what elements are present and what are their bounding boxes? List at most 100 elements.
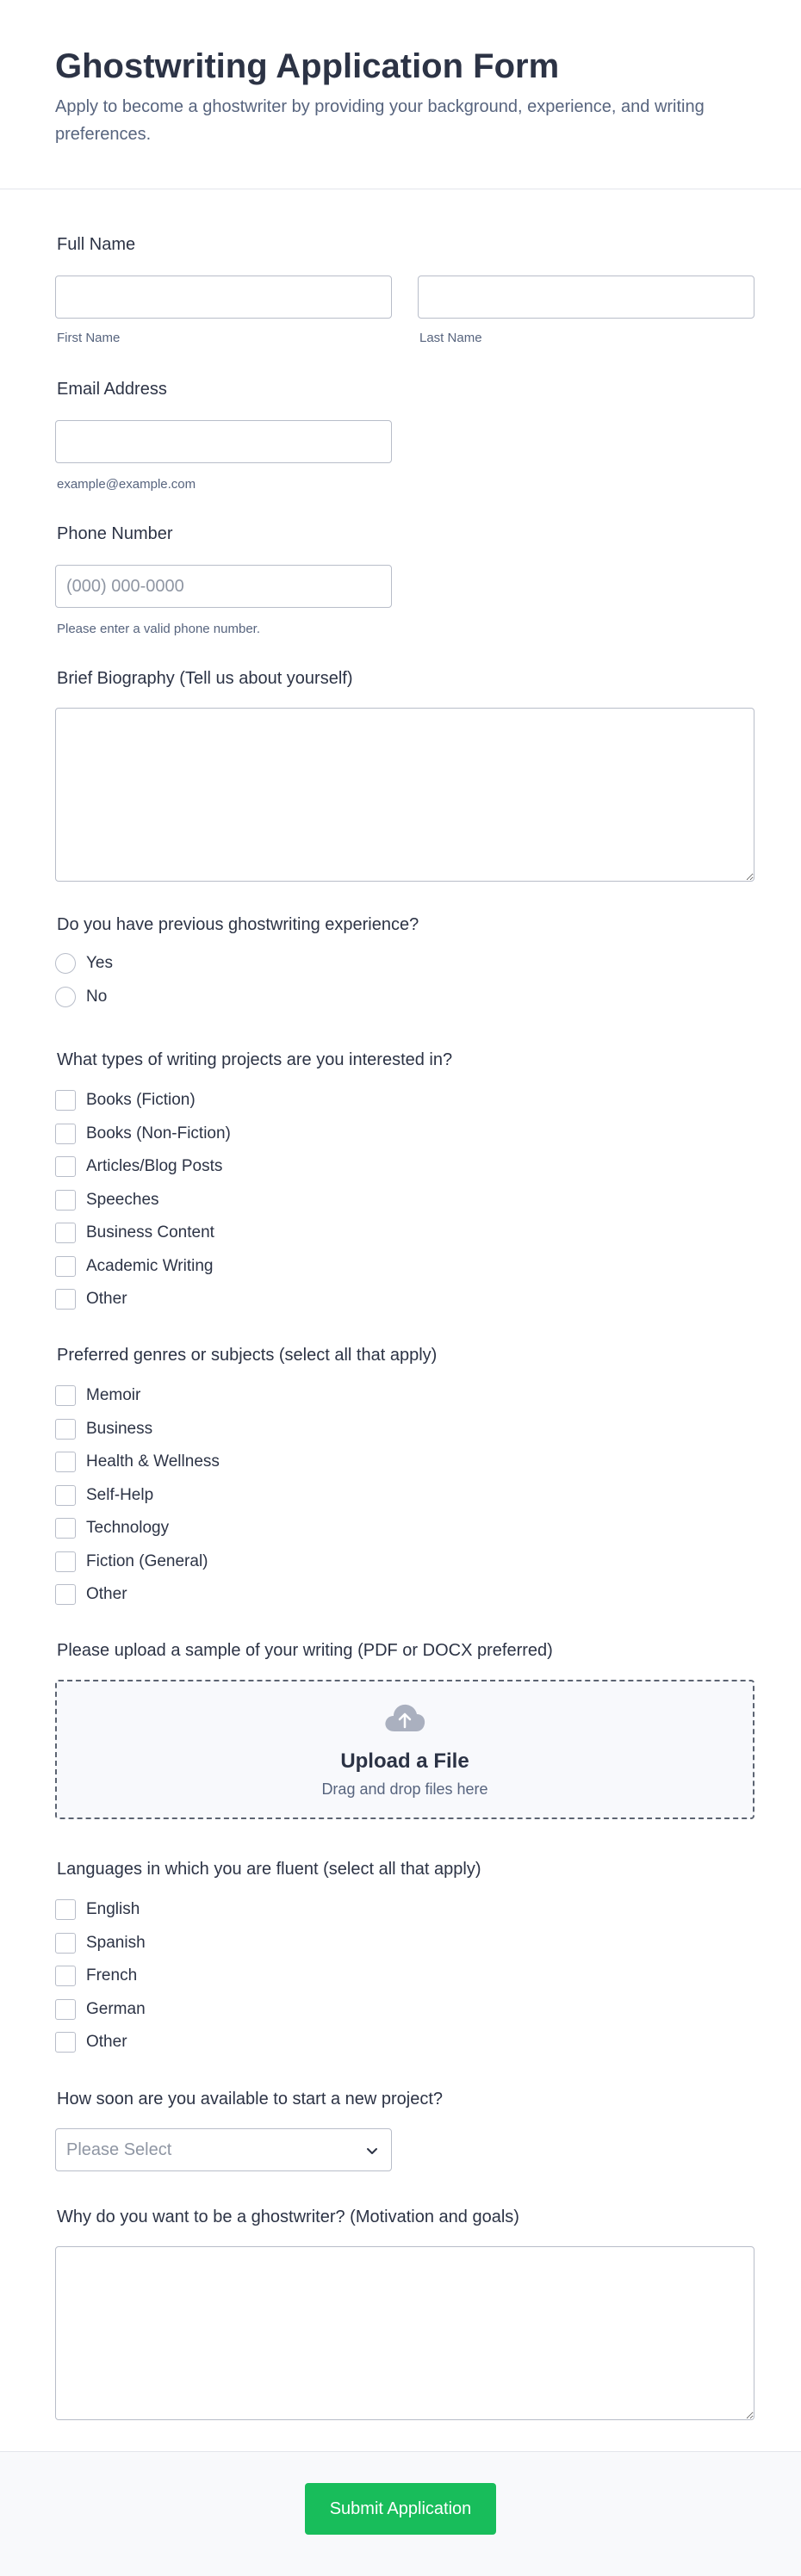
checkbox[interactable] bbox=[55, 1123, 76, 1144]
option-label: Academic Writing bbox=[86, 1256, 214, 1275]
email-field: Email Address example@example.com bbox=[55, 377, 754, 492]
project-types-field: What types of writing projects are you i… bbox=[55, 1048, 754, 1316]
option-label: Technology bbox=[86, 1519, 170, 1538]
genre-option[interactable]: Business bbox=[55, 1413, 754, 1446]
availability-select[interactable]: Please Select bbox=[55, 2128, 392, 2171]
checkbox[interactable] bbox=[55, 1385, 76, 1407]
checkbox[interactable] bbox=[55, 1484, 76, 1506]
last-name-input[interactable] bbox=[418, 276, 754, 319]
upload-title: Upload a File bbox=[340, 1749, 469, 1773]
cloud-upload-icon bbox=[382, 1702, 427, 1737]
availability-field: How soon are you available to start a ne… bbox=[55, 2087, 754, 2171]
language-option[interactable]: English bbox=[55, 1893, 754, 1927]
option-label: Fiction (General) bbox=[86, 1551, 208, 1570]
option-label: German bbox=[86, 1999, 146, 2018]
project-types-label: What types of writing projects are you i… bbox=[57, 1050, 453, 1069]
project-type-option[interactable]: Other bbox=[55, 1283, 754, 1316]
form-header: Ghostwriting Application Form Apply to b… bbox=[0, 0, 801, 189]
first-name-input[interactable] bbox=[55, 276, 392, 319]
checkbox[interactable] bbox=[55, 1452, 76, 1473]
checkbox[interactable] bbox=[55, 1932, 76, 1954]
project-type-option[interactable]: Books (Fiction) bbox=[55, 1084, 754, 1118]
phone-sublabel: Please enter a valid phone number. bbox=[57, 622, 260, 636]
select-value: Please Select bbox=[66, 2139, 172, 2159]
language-option[interactable]: Other bbox=[55, 2026, 754, 2059]
submit-button[interactable]: Submit Application bbox=[305, 2483, 496, 2535]
motivation-textarea[interactable] bbox=[55, 2246, 754, 2420]
genre-option[interactable]: Technology bbox=[55, 1512, 754, 1545]
option-label: Spanish bbox=[86, 1933, 146, 1952]
genre-option[interactable]: Self-Help bbox=[55, 1479, 754, 1513]
genres-label: Preferred genres or subjects (select all… bbox=[57, 1346, 438, 1365]
email-sublabel: example@example.com bbox=[57, 477, 196, 492]
last-name-sublabel: Last Name bbox=[419, 331, 482, 345]
experience-field: Do you have previous ghostwriting experi… bbox=[55, 913, 754, 1013]
checkbox[interactable] bbox=[55, 1966, 76, 1987]
option-label: No bbox=[86, 987, 108, 1006]
experience-option-yes[interactable]: Yes bbox=[55, 947, 754, 981]
radio-button[interactable] bbox=[55, 953, 76, 975]
form-footer: Submit Application bbox=[0, 2451, 801, 2576]
biography-field: Brief Biography (Tell us about yourself) bbox=[55, 666, 754, 882]
radio-button[interactable] bbox=[55, 986, 76, 1007]
checkbox[interactable] bbox=[55, 1090, 76, 1112]
genre-option[interactable]: Fiction (General) bbox=[55, 1545, 754, 1579]
availability-label: How soon are you available to start a ne… bbox=[57, 2090, 444, 2108]
checkbox[interactable] bbox=[55, 1223, 76, 1244]
form-subtitle: Apply to become a ghostwriter by providi… bbox=[55, 97, 705, 144]
upload-label: Please upload a sample of your writing (… bbox=[57, 1641, 553, 1660]
checkbox[interactable] bbox=[55, 1255, 76, 1277]
option-label: Other bbox=[86, 1290, 127, 1309]
checkbox[interactable] bbox=[55, 1899, 76, 1921]
motivation-label: Why do you want to be a ghostwriter? (Mo… bbox=[57, 2208, 519, 2226]
biography-label: Brief Biography (Tell us about yourself) bbox=[57, 669, 353, 688]
checkbox[interactable] bbox=[55, 1518, 76, 1539]
language-option[interactable]: German bbox=[55, 1993, 754, 2027]
first-name-sublabel: First Name bbox=[57, 331, 121, 345]
project-type-option[interactable]: Books (Non-Fiction) bbox=[55, 1118, 754, 1151]
checkbox[interactable] bbox=[55, 1551, 76, 1572]
option-label: Books (Fiction) bbox=[86, 1091, 196, 1110]
language-option[interactable]: French bbox=[55, 1960, 754, 1993]
upload-subtitle: Drag and drop files here bbox=[321, 1780, 488, 1798]
checkbox[interactable] bbox=[55, 1418, 76, 1440]
option-label: French bbox=[86, 1966, 138, 1985]
motivation-field: Why do you want to be a ghostwriter? (Mo… bbox=[55, 2205, 754, 2420]
checkbox[interactable] bbox=[55, 2032, 76, 2053]
phone-label: Phone Number bbox=[57, 524, 173, 543]
languages-label: Languages in which you are fluent (selec… bbox=[57, 1860, 481, 1879]
full-name-label: Full Name bbox=[57, 235, 136, 254]
checkbox[interactable] bbox=[55, 1998, 76, 2020]
project-type-option[interactable]: Academic Writing bbox=[55, 1250, 754, 1284]
option-label: Other bbox=[86, 2033, 127, 2052]
genre-option[interactable]: Other bbox=[55, 1578, 754, 1612]
option-label: Self-Help bbox=[86, 1485, 154, 1504]
email-input[interactable] bbox=[55, 420, 392, 463]
option-label: Books (Non-Fiction) bbox=[86, 1124, 231, 1142]
language-option[interactable]: Spanish bbox=[55, 1927, 754, 1960]
option-label: English bbox=[86, 1900, 140, 1919]
checkbox[interactable] bbox=[55, 1584, 76, 1606]
biography-textarea[interactable] bbox=[55, 708, 754, 882]
full-name-field: Full Name First Name Last Name bbox=[55, 232, 754, 345]
genre-option[interactable]: Memoir bbox=[55, 1379, 754, 1413]
project-type-option[interactable]: Articles/Blog Posts bbox=[55, 1150, 754, 1184]
option-label: Memoir bbox=[86, 1386, 141, 1405]
checkbox[interactable] bbox=[55, 1156, 76, 1178]
phone-input[interactable] bbox=[55, 565, 392, 608]
file-dropzone[interactable]: Upload a File Drag and drop files here bbox=[55, 1680, 754, 1819]
genre-option[interactable]: Health & Wellness bbox=[55, 1446, 754, 1479]
option-label: Other bbox=[86, 1585, 127, 1604]
upload-field: Please upload a sample of your writing (… bbox=[55, 1638, 754, 1819]
form-title: Ghostwriting Application Form bbox=[55, 47, 560, 85]
option-label: Yes bbox=[86, 954, 113, 973]
option-label: Speeches bbox=[86, 1190, 159, 1209]
phone-field: Phone Number Please enter a valid phone … bbox=[55, 522, 754, 636]
languages-field: Languages in which you are fluent (selec… bbox=[55, 1857, 754, 2059]
project-type-option[interactable]: Business Content bbox=[55, 1217, 754, 1250]
checkbox[interactable] bbox=[55, 1189, 76, 1211]
checkbox[interactable] bbox=[55, 1289, 76, 1310]
project-type-option[interactable]: Speeches bbox=[55, 1184, 754, 1217]
option-label: Business Content bbox=[86, 1223, 214, 1242]
experience-option-no[interactable]: No bbox=[55, 981, 754, 1014]
